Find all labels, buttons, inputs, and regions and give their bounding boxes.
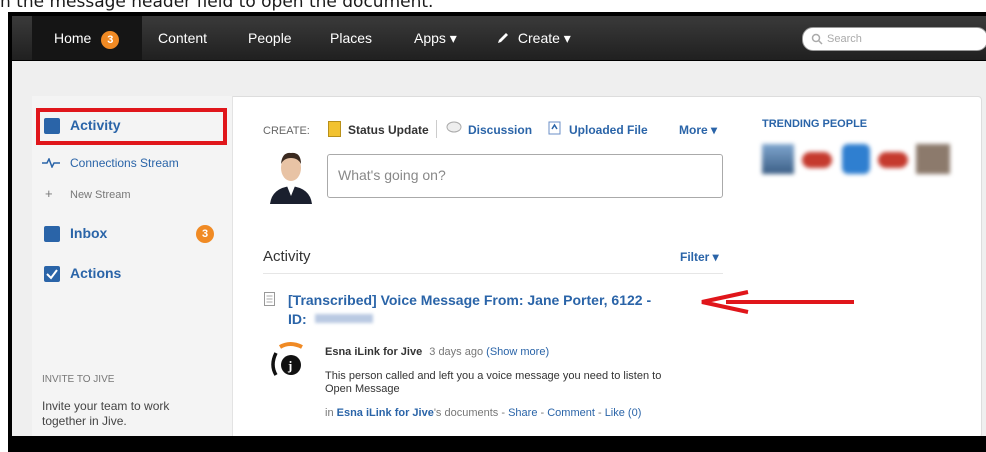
arrow-pointer-icon	[701, 290, 854, 314]
create-status-update[interactable]: Status Update	[348, 123, 429, 137]
status-update-input[interactable]: What's going on?	[327, 154, 723, 198]
jive-screen: Home 3 Content People Places Apps ▾ Crea…	[12, 16, 986, 436]
open-message-link[interactable]: Open Message	[325, 383, 400, 395]
create-discussion[interactable]: Discussion	[468, 123, 532, 137]
share-link[interactable]: Share	[508, 407, 537, 419]
pulse-icon	[42, 158, 60, 168]
instruction-caption: n the message header field to open the d…	[0, 0, 434, 12]
user-avatar	[266, 146, 316, 204]
svg-text:j: j	[287, 358, 292, 373]
esna-logo-icon: j	[271, 342, 303, 376]
activity-heading: Activity	[263, 248, 311, 265]
divider	[436, 120, 437, 138]
nav-create-label: Create ▾	[517, 30, 571, 46]
like-link[interactable]: Like (0)	[605, 407, 642, 419]
activity-highlight-box	[36, 108, 227, 145]
search-icon	[811, 33, 823, 45]
nav-apps[interactable]: Apps ▾	[414, 16, 457, 60]
footer-sep-2: -	[537, 407, 548, 419]
trending-avatar[interactable]	[802, 152, 832, 168]
status-update-icon	[328, 121, 341, 137]
trending-avatar[interactable]	[762, 144, 794, 174]
activity-author[interactable]: Esna iLink for Jive	[325, 346, 422, 358]
search-placeholder: Search	[827, 33, 862, 45]
footer-author-link[interactable]: Esna iLink for Jive	[337, 407, 434, 419]
nav-create[interactable]: Create ▾	[496, 16, 571, 60]
activity-footer: in Esna iLink for Jive's documents - Sha…	[325, 407, 641, 419]
redacted-id	[314, 314, 373, 323]
trending-avatar[interactable]	[842, 144, 870, 174]
create-label: CREATE:	[263, 125, 310, 137]
inbox-icon	[44, 226, 60, 242]
activity-filter-dropdown[interactable]: Filter ▾	[680, 250, 719, 264]
activity-time: 3 days ago	[429, 346, 484, 358]
invite-heading: INVITE TO JIVE	[42, 374, 115, 385]
voice-message-title[interactable]: [Transcribed] Voice Message From: Jane P…	[288, 292, 651, 308]
inbox-badge: 3	[196, 225, 214, 243]
invite-text-line-1: Invite your team to work	[42, 399, 170, 413]
upload-file-icon	[548, 121, 561, 135]
footer-docs-text: 's documents	[433, 407, 499, 419]
sidebar-item-new-stream[interactable]: New Stream	[70, 189, 131, 201]
trending-avatar[interactable]	[916, 144, 950, 174]
nav-people[interactable]: People	[248, 16, 292, 60]
voice-message-id-text: ID:	[288, 311, 307, 327]
activity-message-line-1: This person called and left you a voice …	[325, 370, 662, 382]
status-update-placeholder: What's going on?	[338, 167, 446, 183]
activity-meta: Esna iLink for Jive 3 days ago (Show mor…	[325, 346, 549, 358]
create-uploaded-file[interactable]: Uploaded File	[569, 123, 648, 137]
trending-people-heading: TRENDING PEOPLE	[762, 118, 868, 130]
sidebar-item-connections-stream[interactable]: Connections Stream	[70, 156, 179, 170]
nav-home[interactable]: Home 3	[54, 16, 120, 60]
voice-message-id-label[interactable]: ID:	[288, 311, 373, 327]
left-sidebar	[32, 96, 233, 436]
discussion-icon	[446, 121, 462, 133]
create-more-dropdown[interactable]: More ▾	[679, 123, 717, 137]
search-input[interactable]: Search	[802, 27, 986, 51]
activity-divider	[263, 273, 723, 274]
invite-text-line-2[interactable]: together in Jive.	[42, 414, 127, 428]
plus-icon: +	[45, 186, 53, 201]
trending-avatar[interactable]	[878, 152, 908, 168]
actions-icon	[44, 266, 60, 282]
nav-places[interactable]: Places	[330, 16, 372, 60]
nav-content[interactable]: Content	[158, 16, 207, 60]
footer-sep-3: -	[594, 407, 605, 419]
show-more-link[interactable]: (Show more)	[486, 346, 549, 358]
document-icon	[264, 292, 275, 306]
comment-link[interactable]: Comment	[547, 407, 595, 419]
pencil-icon	[498, 33, 508, 43]
footer-prefix: in	[325, 407, 334, 419]
nav-home-label: Home	[54, 30, 92, 46]
top-navigation: Home 3 Content People Places Apps ▾ Crea…	[12, 16, 986, 61]
home-notification-badge: 3	[101, 31, 120, 49]
checkmark-icon	[46, 269, 58, 280]
footer-sep-1: -	[498, 407, 509, 419]
sidebar-item-actions[interactable]: Actions	[70, 265, 121, 281]
sidebar-item-inbox[interactable]: Inbox	[70, 225, 107, 241]
